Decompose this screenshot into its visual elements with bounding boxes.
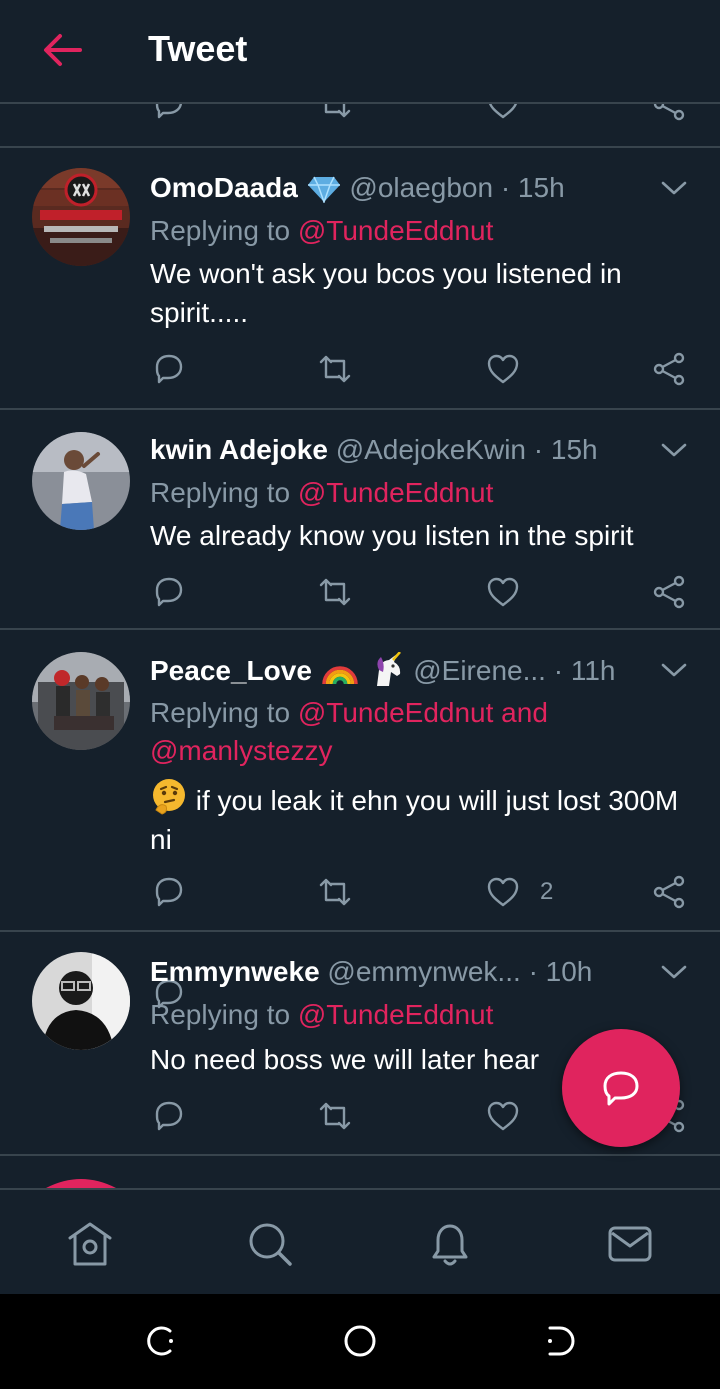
replying-to-label: Replying to <box>150 215 291 246</box>
back-button-icon[interactable] <box>540 1321 580 1361</box>
tweet-text-content: if you leak it ehn you will just lost 30… <box>150 785 679 855</box>
search-icon[interactable] <box>246 1220 294 1268</box>
system-navigation-bar <box>0 1293 720 1389</box>
retweet-icon[interactable] <box>317 574 353 610</box>
share-icon[interactable] <box>651 574 687 610</box>
chevron-down-icon[interactable] <box>660 962 688 982</box>
tweet-header: Peace_Love @Eirene... · 11h <box>150 652 660 689</box>
avatar[interactable] <box>32 432 130 530</box>
replying-to: Replying to @TundeEddnut <box>150 212 690 250</box>
retweet-icon[interactable] <box>317 351 353 387</box>
chevron-down-icon[interactable] <box>660 660 688 680</box>
tweet-text: if you leak it ehn you will just lost 30… <box>150 778 690 859</box>
reply-mention-link[interactable]: @TundeEddnut <box>298 477 494 508</box>
recent-apps-icon[interactable] <box>140 1321 180 1361</box>
display-name[interactable]: kwin Adejoke <box>150 434 328 465</box>
display-name[interactable]: Peace_Love <box>150 655 312 686</box>
heart-icon[interactable] <box>485 1098 521 1134</box>
replying-to-label: Replying to <box>150 697 291 728</box>
replies-feed[interactable]: OmoDaada @olaegbon · 15h Replying to @Tu… <box>0 104 720 1188</box>
back-arrow-icon[interactable] <box>40 30 84 70</box>
share-icon[interactable] <box>651 104 687 122</box>
tweet-text: We already know you listen in the spirit <box>150 520 634 551</box>
share-icon[interactable] <box>651 351 687 387</box>
like-count: 2 <box>540 878 554 905</box>
replying-to: Replying to @TundeEddnut and @manlystezz… <box>150 694 580 770</box>
avatar[interactable] <box>32 952 130 1050</box>
replying-to: Replying to @TundeEddnut <box>150 474 690 512</box>
chevron-down-icon[interactable] <box>660 178 688 198</box>
reply-mention-link[interactable]: @TundeEddnut <box>298 999 494 1030</box>
tweet-header: kwin Adejoke @AdejokeKwin · 15h <box>150 432 660 468</box>
messages-icon[interactable] <box>606 1220 654 1268</box>
reply-icon[interactable] <box>151 574 187 610</box>
display-name[interactable]: OmoDaada <box>150 172 298 203</box>
chevron-down-icon[interactable] <box>660 440 688 460</box>
tweet-header: Emmynweke @emmynwek... · 10h <box>150 954 660 990</box>
reply-icon[interactable] <box>151 1098 187 1134</box>
tweet-time: · 15h <box>500 172 565 203</box>
tweet-item[interactable]: Peace_Love @Eirene... · 11h Replying to … <box>0 630 720 1009</box>
home-icon[interactable] <box>66 1220 114 1268</box>
top-app-bar: Tweet <box>0 0 720 104</box>
rainbow-emoji-icon <box>321 666 358 685</box>
bottom-tab-bar <box>0 1188 720 1294</box>
retweet-icon[interactable] <box>317 874 353 910</box>
user-handle[interactable]: @Eirene... <box>413 655 546 686</box>
reply-icon[interactable] <box>151 351 187 387</box>
unicorn-emoji-icon <box>377 652 402 686</box>
share-icon[interactable] <box>651 874 687 910</box>
heart-icon[interactable] <box>485 874 521 910</box>
heart-icon[interactable] <box>485 574 521 610</box>
heart-icon[interactable] <box>485 104 521 122</box>
avatar[interactable] <box>32 652 130 750</box>
tweet-time: · 15h <box>533 434 598 465</box>
previous-tweet-actions <box>0 104 720 148</box>
retweet-icon[interactable] <box>317 104 353 122</box>
tweet-item[interactable]: kwin Adejoke @AdejokeKwin · 15h Replying… <box>0 410 720 630</box>
thinking-face-emoji-icon <box>153 779 185 815</box>
tweet-text: We won't ask you bcos you listened in sp… <box>150 258 622 328</box>
avatar[interactable] <box>32 1174 130 1188</box>
tweet-item[interactable]: OmoDaada @olaegbon · 15h Replying to @Tu… <box>0 148 720 410</box>
replying-to: Replying to @TundeEddnut <box>150 996 690 1034</box>
user-handle[interactable]: @olaegbon <box>349 172 493 203</box>
notifications-icon[interactable] <box>426 1220 474 1268</box>
page-title: Tweet <box>148 28 248 69</box>
compose-reply-button[interactable] <box>562 1029 680 1147</box>
tweet-header: OmoDaada @olaegbon · 15h <box>150 170 660 206</box>
avatar[interactable] <box>32 168 130 266</box>
user-handle[interactable]: @AdejokeKwin <box>336 434 526 465</box>
home-button-icon[interactable] <box>340 1321 380 1361</box>
compose-reply-icon <box>603 1071 639 1106</box>
heart-icon[interactable] <box>485 351 521 387</box>
tweet-time: · 10h <box>528 956 593 987</box>
reply-icon[interactable] <box>151 874 187 910</box>
tweet-time: · 11h <box>553 655 616 686</box>
reply-mention-link[interactable]: @TundeEddnut <box>298 215 494 246</box>
retweet-icon[interactable] <box>317 1098 353 1134</box>
replying-to-label: Replying to <box>150 477 291 508</box>
reply-icon[interactable] <box>151 104 187 122</box>
user-handle[interactable]: @emmynwek... <box>327 956 520 987</box>
display-name[interactable]: Emmynweke <box>150 956 320 987</box>
gem-emoji-icon <box>307 176 340 203</box>
replying-to-label: Replying to <box>150 999 291 1030</box>
